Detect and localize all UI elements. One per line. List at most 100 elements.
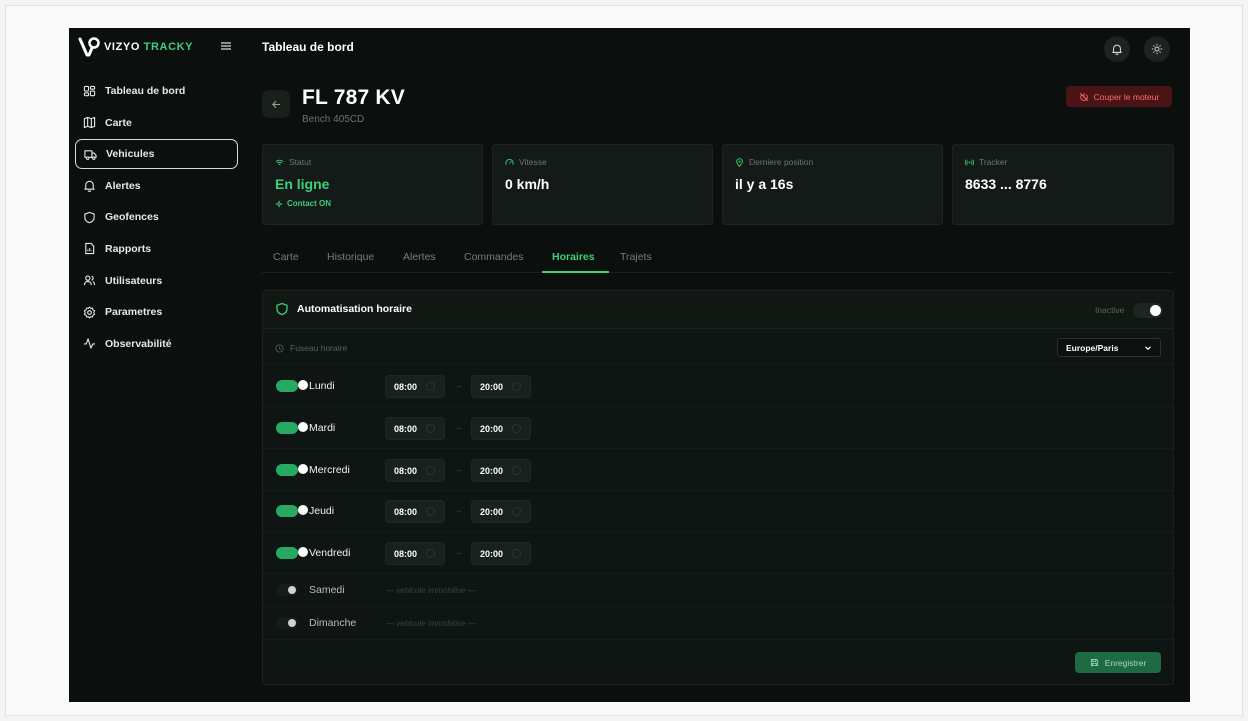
day-toggle[interactable] — [276, 617, 298, 629]
timezone-label: Fuseau horaire — [290, 343, 348, 353]
clock-icon — [426, 466, 435, 475]
day-name: Mercredi — [309, 464, 350, 476]
start-time-value: 08:00 — [394, 465, 418, 476]
day-toggle[interactable] — [276, 422, 298, 434]
cut-engine-button[interactable]: Couper le moteur — [1066, 86, 1172, 107]
sidebar-item-geofences[interactable]: Geofences — [75, 202, 238, 232]
gear-icon — [83, 306, 96, 319]
stat-card-status: Statut En ligne Contact ON — [262, 144, 483, 225]
sidebar-item-dashboard[interactable]: Tableau de bord — [75, 76, 238, 106]
clock-icon — [512, 382, 521, 391]
sidebar-item-vehicles[interactable]: Vehicules — [75, 139, 238, 170]
day-toggle[interactable] — [276, 380, 298, 392]
vehicle-plate: FL 787 KV — [302, 86, 405, 109]
theme-toggle-button[interactable] — [1144, 36, 1170, 62]
map-icon — [83, 116, 96, 129]
gauge-icon — [505, 158, 514, 165]
start-time-input[interactable]: 08:00 — [385, 500, 445, 523]
hamburger-menu-icon[interactable] — [219, 39, 233, 53]
tab-history[interactable]: Historique — [327, 251, 374, 272]
arrow-right-icon: → — [454, 505, 463, 515]
brand-name-part2: TRACKY — [143, 41, 194, 53]
tab-commands[interactable]: Commandes — [464, 251, 524, 272]
timezone-select[interactable]: Europe/Paris — [1057, 338, 1161, 357]
sidebar-item-map[interactable]: Carte — [75, 108, 238, 138]
day-name: Dimanche — [309, 617, 357, 629]
toggle-knob — [288, 586, 296, 594]
contact-status: Contact ON — [275, 199, 470, 208]
day-toggle[interactable] — [276, 505, 298, 517]
save-button[interactable]: Enregistrer — [1075, 652, 1161, 673]
sidebar-item-label: Rapports — [105, 242, 152, 255]
automation-state-label: Inactive — [1095, 305, 1125, 315]
end-time-input[interactable]: 20:00 — [471, 542, 531, 565]
start-time-input[interactable]: 08:00 — [385, 417, 445, 440]
start-time-input[interactable]: 08:00 — [385, 459, 445, 482]
sidebar-item-settings[interactable]: Parametres — [75, 297, 238, 327]
end-time-value: 20:00 — [480, 548, 504, 559]
chevron-down-icon — [1145, 345, 1151, 350]
day-name: Jeudi — [309, 505, 335, 517]
truck-icon — [84, 149, 97, 160]
tracker-value: 8633 ... 8776 — [965, 176, 1047, 192]
sidebar-item-reports[interactable]: Rapports — [75, 234, 238, 264]
arrow-right-icon: → — [454, 464, 463, 474]
start-time-input[interactable]: 08:00 — [385, 375, 445, 398]
end-time-input[interactable]: 20:00 — [471, 459, 531, 482]
clock-icon — [512, 424, 521, 433]
day-name: Mardi — [309, 422, 336, 434]
tab-map[interactable]: Carte — [273, 251, 299, 272]
speed-value: 0 km/h — [505, 176, 550, 192]
sidebar-item-label: Alertes — [105, 179, 141, 192]
arrow-right-icon: → — [454, 422, 463, 432]
day-name: Samedi — [309, 584, 345, 596]
arrow-right-icon: → — [454, 380, 463, 390]
stat-card-position: Derniere position il y a 16s — [722, 144, 943, 225]
end-time-input[interactable]: 20:00 — [471, 375, 531, 398]
start-time-value: 08:00 — [394, 381, 418, 392]
day-name: Vendredi — [309, 547, 351, 559]
brand-logo[interactable]: VIZYO TRACKY — [78, 36, 193, 58]
clock-icon — [426, 549, 435, 558]
sun-icon — [1151, 43, 1163, 55]
brand-name-part1: VIZYO — [104, 41, 141, 53]
sidebar-item-label: Observabilité — [105, 337, 172, 350]
day-toggle[interactable] — [276, 584, 298, 596]
bell-icon — [84, 181, 95, 193]
notifications-button[interactable] — [1104, 36, 1130, 62]
tab-trips[interactable]: Trajets — [620, 251, 652, 272]
stat-label: Derniere position — [749, 157, 814, 167]
logo-mark-icon — [78, 37, 100, 57]
sidebar-item-observability[interactable]: Observabilité — [75, 329, 238, 359]
stat-label-row: Tracker — [965, 157, 1161, 167]
toggle-knob — [298, 547, 308, 557]
end-time-value: 20:00 — [480, 465, 504, 476]
end-time-input[interactable]: 20:00 — [471, 500, 531, 523]
save-icon — [1090, 658, 1098, 667]
day-toggle[interactable] — [276, 464, 298, 476]
tab-schedules[interactable]: Horaires — [552, 251, 595, 272]
end-time-input[interactable]: 20:00 — [471, 417, 531, 440]
sidebar-item-users[interactable]: Utilisateurs — [75, 266, 238, 296]
automation-toggle[interactable] — [1133, 303, 1163, 318]
stat-card-tracker: Tracker 8633 ... 8776 — [952, 144, 1174, 225]
toggle-knob — [1150, 305, 1161, 316]
start-time-value: 08:00 — [394, 548, 418, 559]
day-toggle[interactable] — [276, 547, 298, 559]
clock-icon — [512, 549, 521, 558]
start-time-input[interactable]: 08:00 — [385, 542, 445, 565]
shield-icon — [276, 302, 288, 316]
back-button[interactable] — [262, 90, 290, 118]
shield-icon — [84, 211, 95, 224]
save-label: Enregistrer — [1104, 657, 1147, 668]
sidebar-item-alerts[interactable]: Alertes — [75, 171, 238, 201]
start-time-value: 08:00 — [394, 423, 418, 434]
stat-label-row: Statut — [275, 157, 470, 167]
sidebar-item-label: Carte — [105, 116, 132, 129]
day-row-thursday: Jeudi 08:00 → 20:00 — [263, 490, 1173, 532]
tab-alerts[interactable]: Alertes — [403, 251, 436, 272]
page-title: Tableau de bord — [262, 40, 354, 54]
arrow-right-icon: → — [454, 547, 463, 557]
toggle-knob — [298, 422, 308, 432]
location-pin-icon — [736, 157, 743, 167]
